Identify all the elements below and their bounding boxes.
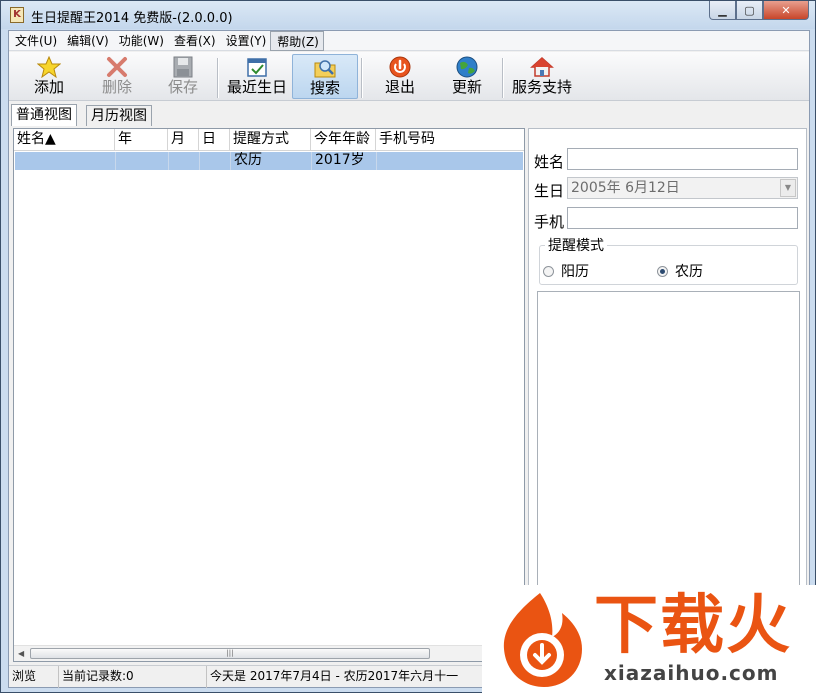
app-icon: K <box>10 7 24 23</box>
save-button[interactable]: 保存 <box>151 54 215 99</box>
radio-solar-dot[interactable] <box>543 265 554 277</box>
delete-x-icon <box>105 56 129 78</box>
floppy-disk-icon <box>171 56 195 78</box>
view-tabs: 普通视图 月历视图 <box>9 104 809 126</box>
recent-birthdays-label: 最近生日 <box>226 78 287 96</box>
chevron-down-icon[interactable]: ▼ <box>780 179 796 197</box>
status-record-count: 当前记录数:0 <box>59 666 207 688</box>
horizontal-scrollbar[interactable]: ◀ ||| <box>14 645 524 661</box>
watermark-brand: 下载火 <box>594 589 792 663</box>
toolbar-separator <box>361 58 363 98</box>
column-remind-mode[interactable]: 提醒方式 <box>230 129 311 151</box>
star-icon <box>36 55 62 79</box>
detail-panel: 姓名 生日 2005年 6月12日 ▼ 手机 提醒模式 阳历 农历 <box>528 128 807 662</box>
status-mode: 浏览 <box>9 666 59 688</box>
birthday-value: 2005年 6月12日 <box>571 180 680 196</box>
menu-file[interactable]: 文件(U) <box>9 31 61 51</box>
remind-mode-title: 提醒模式 <box>545 235 607 255</box>
cell-remind-mode: 农历 <box>231 152 312 170</box>
remind-mode-group: 提醒模式 阳历 农历 <box>539 235 798 285</box>
support-button[interactable]: 服务支持 <box>508 54 576 99</box>
menu-edit[interactable]: 编辑(V) <box>61 31 113 51</box>
power-icon <box>388 56 412 78</box>
name-field[interactable] <box>567 148 798 170</box>
save-label: 保存 <box>167 78 198 96</box>
radio-lunar-dot[interactable] <box>657 265 668 277</box>
add-button[interactable]: 添加 <box>15 54 83 99</box>
update-button[interactable]: 更新 <box>437 54 497 99</box>
delete-label: 删除 <box>101 78 132 96</box>
cell-age: 2017岁 <box>312 152 377 170</box>
cell-year <box>116 152 169 170</box>
exit-button[interactable]: 退出 <box>367 54 433 99</box>
window-title: 生日提醒王2014 免费版-(2.0.0.0) <box>31 11 233 26</box>
cell-name <box>15 152 116 170</box>
radio-solar[interactable]: 阳历 <box>543 261 589 281</box>
search-button[interactable]: 搜索 <box>292 54 358 99</box>
phone-label: 手机 <box>534 213 565 231</box>
delete-button[interactable]: 删除 <box>83 54 151 99</box>
update-label: 更新 <box>451 78 482 96</box>
menu-view[interactable]: 查看(X) <box>168 31 220 51</box>
watermark-url: xiazaihuo.com <box>604 661 779 685</box>
name-label: 姓名 <box>534 153 565 171</box>
column-age[interactable]: 今年年龄 <box>311 129 376 151</box>
radio-lunar[interactable]: 农历 <box>657 261 703 281</box>
radio-lunar-label: 农历 <box>675 264 703 280</box>
phone-field[interactable] <box>567 207 798 229</box>
cell-phone <box>377 152 523 170</box>
add-label: 添加 <box>33 78 64 96</box>
menu-help[interactable]: 帮助(Z) <box>270 31 324 51</box>
calendar-check-icon <box>245 56 269 78</box>
birthday-label: 生日 <box>534 182 565 200</box>
table-row[interactable]: 农历 2017岁 <box>15 152 523 170</box>
birthday-list[interactable]: 姓名▲ 年 月 日 提醒方式 今年年龄 手机号码 农历 2017岁 ◀ ||| <box>13 128 525 662</box>
cell-month <box>169 152 200 170</box>
birthday-picker[interactable]: 2005年 6月12日 ▼ <box>567 177 798 199</box>
toolbar: 添加 删除 保存 最近生日 搜索 退出 更新 服务支持 <box>9 52 809 101</box>
exit-label: 退出 <box>384 78 415 96</box>
cell-day <box>200 152 231 170</box>
globe-icon <box>455 56 479 78</box>
home-icon <box>530 56 554 78</box>
search-label: 搜索 <box>309 79 340 97</box>
title-bar[interactable]: K 生日提醒王2014 免费版-(2.0.0.0) ▁ ▢ ✕ <box>1 1 815 29</box>
tab-calendar-view[interactable]: 月历视图 <box>86 105 152 126</box>
search-folder-icon <box>313 57 337 79</box>
tab-normal-view[interactable]: 普通视图 <box>11 104 77 126</box>
menu-bar: 文件(U) 编辑(V) 功能(W) 查看(X) 设置(Y) 帮助(Z) <box>9 31 809 51</box>
recent-birthdays-button[interactable]: 最近生日 <box>223 54 291 99</box>
scrollbar-thumb[interactable]: ||| <box>30 648 430 659</box>
window-controls: ▁ ▢ ✕ <box>709 1 809 21</box>
menu-settings[interactable]: 设置(Y) <box>220 31 271 51</box>
column-year[interactable]: 年 <box>115 129 168 151</box>
maximize-button[interactable]: ▢ <box>736 1 763 20</box>
list-header: 姓名▲ 年 月 日 提醒方式 今年年龄 手机号码 <box>14 129 524 151</box>
column-day[interactable]: 日 <box>199 129 230 151</box>
scroll-left-icon[interactable]: ◀ <box>18 649 24 658</box>
minimize-button[interactable]: ▁ <box>709 1 736 20</box>
radio-solar-label: 阳历 <box>561 264 589 280</box>
support-label: 服务支持 <box>511 78 572 96</box>
column-phone[interactable]: 手机号码 <box>376 129 524 151</box>
toolbar-separator <box>217 58 219 98</box>
column-name[interactable]: 姓名▲ <box>14 129 115 151</box>
flame-logo-icon <box>490 589 590 689</box>
menu-function[interactable]: 功能(W) <box>113 31 168 51</box>
watermark: 下载火 xiazaihuo.com <box>482 585 816 693</box>
toolbar-separator <box>502 58 504 98</box>
close-button[interactable]: ✕ <box>763 1 809 20</box>
column-month[interactable]: 月 <box>168 129 199 151</box>
